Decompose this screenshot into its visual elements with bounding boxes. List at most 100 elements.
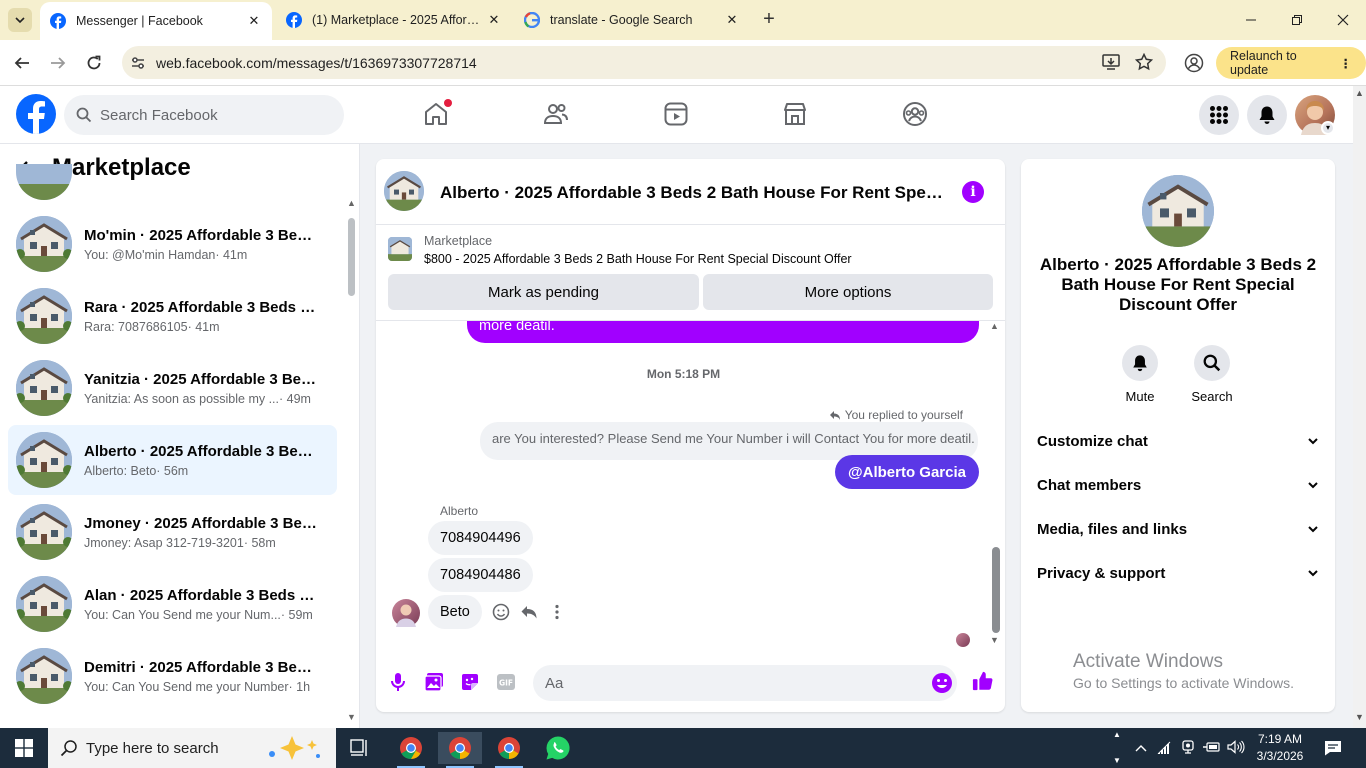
facebook-logo-icon[interactable] bbox=[16, 94, 56, 134]
chat-title[interactable]: Alberto · 2025 Affordable 3 Beds 2 Bath … bbox=[440, 183, 950, 203]
conversation-item[interactable]: Yanitzia · 2025 Affordable 3 Beds 2 Bath… bbox=[8, 353, 337, 423]
start-button[interactable] bbox=[0, 728, 48, 768]
reply-indicator: You replied to yourself bbox=[829, 408, 963, 422]
message-input[interactable]: Aa bbox=[533, 665, 957, 701]
grid-menu-icon bbox=[1210, 106, 1228, 124]
nav-groups[interactable] bbox=[900, 99, 930, 129]
forward-button[interactable] bbox=[46, 51, 70, 75]
more-options-button[interactable]: More options bbox=[703, 274, 993, 310]
conversation-item[interactable]: Alan · 2025 Affordable 3 Beds 2 Bath Hou… bbox=[8, 569, 337, 639]
voice-clip-button[interactable] bbox=[387, 671, 409, 693]
conversation-item[interactable]: Rara · 2025 Affordable 3 Beds 2 Bath Hou… bbox=[8, 281, 337, 351]
conversation-item[interactable]: Jmoney · 2025 Affordable 3 Beds 2 Bath H… bbox=[8, 497, 337, 567]
conversation-photo[interactable] bbox=[1142, 175, 1214, 247]
mark-as-pending-button[interactable]: Mark as pending bbox=[388, 274, 699, 310]
notification-center-button[interactable] bbox=[1316, 738, 1350, 758]
more-vertical-icon[interactable] bbox=[548, 603, 566, 621]
show-hidden-icons-chevron-up-icon[interactable] bbox=[1130, 741, 1152, 756]
scrollbar-thumb[interactable] bbox=[348, 218, 355, 296]
account-avatar[interactable]: ▾ bbox=[1295, 95, 1335, 135]
minimize-window-button[interactable] bbox=[1228, 0, 1274, 40]
mute-button[interactable]: Mute bbox=[1110, 345, 1170, 404]
outgoing-message[interactable]: more deatil. bbox=[467, 321, 979, 343]
marketplace-listing-banner: Marketplace $800 - 2025 Affordable 3 Bed… bbox=[376, 225, 1005, 321]
facebook-search-input[interactable]: Search Facebook bbox=[64, 95, 344, 135]
address-bar[interactable]: web.facebook.com/messages/t/163697330772… bbox=[122, 46, 1166, 79]
close-tab-icon[interactable]: ✕ bbox=[246, 13, 262, 29]
tab-google-search[interactable]: translate - Google Search ✕ bbox=[514, 0, 750, 40]
sender-avatar[interactable] bbox=[392, 599, 420, 627]
profile-icon[interactable] bbox=[1184, 53, 1204, 73]
conversation-list-scrollbar[interactable]: ▲ ▼ bbox=[347, 198, 356, 724]
listing-title[interactable]: $800 - 2025 Affordable 3 Beds 2 Bath Hou… bbox=[424, 252, 852, 266]
network-icon[interactable] bbox=[1152, 740, 1176, 757]
sticker-button[interactable] bbox=[459, 671, 481, 693]
conversation-item[interactable]: Alberto · 2025 Affordable 3 Beds 2 Bath … bbox=[8, 425, 337, 495]
scroll-down-arrow[interactable]: ▼ bbox=[990, 635, 999, 645]
new-tab-button[interactable]: + bbox=[758, 8, 780, 30]
gif-button[interactable]: GIF bbox=[495, 671, 517, 693]
conversation-info-icon[interactable]: i bbox=[962, 181, 984, 203]
scroll-up-arrow[interactable]: ▲ bbox=[990, 321, 999, 331]
chat-avatar[interactable] bbox=[384, 171, 424, 211]
back-button[interactable] bbox=[10, 51, 34, 75]
close-tab-icon[interactable]: ✕ bbox=[486, 12, 502, 28]
battery-icon[interactable] bbox=[1200, 741, 1224, 756]
system-clock[interactable]: 7:19 AM 3/3/2026 bbox=[1256, 731, 1304, 765]
react-emoji-icon[interactable] bbox=[492, 603, 510, 621]
media-files-links-section[interactable]: Media, files and links bbox=[1037, 514, 1319, 544]
outgoing-mention-message[interactable]: @Alberto Garcia bbox=[835, 455, 979, 489]
webcam-icon[interactable] bbox=[1176, 739, 1200, 757]
taskbar-chrome-3[interactable] bbox=[487, 732, 531, 768]
scroll-up-arrow[interactable]: ▲ bbox=[347, 198, 356, 208]
privacy-support-section[interactable]: Privacy & support bbox=[1037, 558, 1319, 588]
incoming-message[interactable]: 7084904496 bbox=[428, 521, 533, 555]
close-window-button[interactable] bbox=[1320, 0, 1366, 40]
nav-friends[interactable] bbox=[541, 99, 571, 129]
task-view-button[interactable] bbox=[338, 732, 382, 764]
tab-marketplace[interactable]: (1) Marketplace - 2025 Affordable ✕ bbox=[276, 0, 512, 40]
install-app-icon[interactable] bbox=[1102, 53, 1120, 71]
taskbar-whatsapp[interactable] bbox=[536, 732, 580, 764]
tab-search-dropdown-button[interactable] bbox=[8, 8, 32, 32]
incoming-message[interactable]: 7084904486 bbox=[428, 558, 533, 592]
taskbar-search-input[interactable]: Type here to search bbox=[48, 728, 336, 768]
relaunch-to-update-button[interactable]: Relaunch to update ⋮ bbox=[1216, 47, 1366, 79]
send-like-button[interactable] bbox=[972, 670, 994, 692]
reply-icon[interactable] bbox=[520, 603, 538, 621]
page-scrollbar[interactable]: ▲ ▼ bbox=[1353, 86, 1366, 728]
message-thread-scrollbar[interactable]: ▲ ▼ bbox=[990, 321, 1002, 649]
conversation-item[interactable]: Mo'min · 2025 Affordable 3 Beds 2 Bath H… bbox=[8, 209, 337, 279]
conversation-preview-row: Alberto: Beto · 56m bbox=[84, 464, 320, 478]
attach-photo-button[interactable] bbox=[423, 671, 445, 693]
chat-members-section[interactable]: Chat members bbox=[1037, 470, 1319, 500]
scroll-up-arrow[interactable]: ▲ bbox=[1355, 88, 1364, 98]
bookmark-star-icon[interactable] bbox=[1135, 53, 1153, 71]
volume-icon[interactable] bbox=[1224, 739, 1248, 757]
scroll-down-arrow[interactable]: ▼ bbox=[1355, 712, 1364, 722]
scroll-down-arrow[interactable]: ▼ bbox=[347, 712, 356, 722]
reload-button[interactable] bbox=[82, 51, 106, 75]
conversation-text: Alberto · 2025 Affordable 3 Beds 2 Bath … bbox=[84, 443, 320, 478]
restore-window-button[interactable] bbox=[1274, 0, 1320, 40]
taskbar-scroll-up[interactable]: ▲ bbox=[1113, 730, 1121, 739]
nav-video[interactable] bbox=[661, 99, 691, 129]
conversation-thumbnail bbox=[16, 504, 72, 560]
listing-thumbnail[interactable] bbox=[388, 237, 412, 261]
incoming-message[interactable]: Beto bbox=[428, 595, 482, 629]
nav-home[interactable] bbox=[421, 99, 452, 129]
conversation-item[interactable]: Demitri · 2025 Affordable 3 Beds 2 Bath … bbox=[8, 641, 337, 711]
taskbar-chrome-2[interactable] bbox=[438, 732, 482, 768]
taskbar-chrome-1[interactable] bbox=[389, 732, 433, 768]
taskbar-scroll-down[interactable]: ▼ bbox=[1113, 756, 1121, 765]
scrollbar-thumb[interactable] bbox=[992, 547, 1000, 633]
customize-chat-section[interactable]: Customize chat bbox=[1037, 426, 1319, 456]
notifications-button[interactable] bbox=[1247, 95, 1287, 135]
nav-marketplace[interactable] bbox=[780, 99, 810, 129]
emoji-icon[interactable] bbox=[931, 672, 953, 694]
close-tab-icon[interactable]: ✕ bbox=[724, 12, 740, 28]
menu-button[interactable] bbox=[1199, 95, 1239, 135]
tab-messenger[interactable]: Messenger | Facebook ✕ bbox=[40, 2, 272, 40]
search-in-conversation-button[interactable]: Search bbox=[1182, 345, 1242, 404]
site-settings-icon[interactable] bbox=[130, 55, 146, 71]
